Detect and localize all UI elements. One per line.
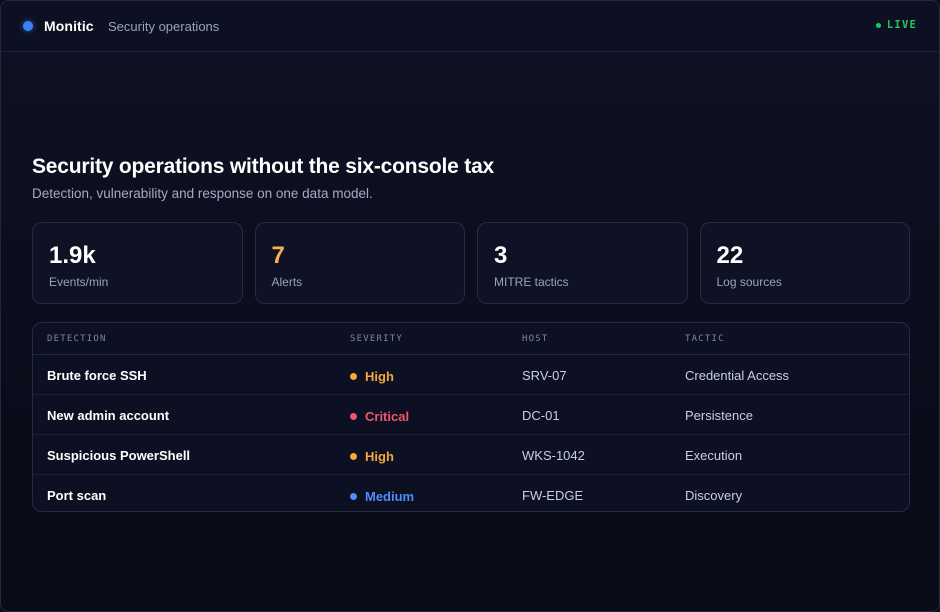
stat-label: MITRE tactics (494, 275, 569, 289)
host-name: DC-01 (522, 408, 560, 423)
severity-dot-icon (350, 373, 357, 380)
table-row[interactable]: Brute force SSH High SRV-07 Credential A… (33, 355, 909, 395)
column-header-detection: DETECTION (47, 334, 107, 344)
top-bar: Monitic Security operations LIVE (1, 1, 939, 52)
detections-table: DETECTION SEVERITY HOST TACTIC Brute for… (32, 322, 910, 512)
tactic-name: Execution (685, 448, 743, 463)
severity-dot-icon (350, 493, 357, 500)
table-row[interactable]: Suspicious PowerShell High WKS-1042 Exec… (33, 435, 909, 475)
severity-dot-icon (350, 413, 357, 420)
column-header-severity: SEVERITY (350, 334, 403, 344)
stat-label: Events/min (49, 275, 109, 289)
host-name: WKS-1042 (522, 448, 585, 463)
stat-value: 1.9k (49, 242, 96, 269)
severity-label: Medium (365, 489, 415, 504)
stat-label: Alerts (271, 275, 303, 289)
tactic-name: Discovery (685, 488, 743, 503)
live-status-label: LIVE (886, 19, 917, 31)
stat-card-log-sources: 22 Log sources (699, 222, 910, 304)
stat-card-events: 1.9k Events/min (32, 222, 243, 304)
stat-value: 3 (494, 242, 508, 269)
host-name: SRV-07 (522, 368, 567, 383)
tactic-name: Credential Access (685, 368, 790, 383)
stat-value: 7 (271, 242, 285, 269)
stat-value: 22 (716, 242, 744, 269)
severity-badge: High (350, 369, 394, 384)
detection-name: New admin account (47, 408, 170, 423)
stats-row: 1.9k Events/min 7 Alerts 3 MITRE tactics… (32, 222, 910, 304)
column-header-tactic: TACTIC (685, 334, 725, 344)
severity-label: Critical (365, 409, 410, 424)
app-window: Monitic Security operations LIVE Securit… (0, 0, 940, 612)
severity-badge: High (350, 449, 394, 464)
table-row[interactable]: Port scan Medium FW-EDGE Discovery (33, 475, 909, 511)
stat-card-alerts: 7 Alerts (254, 222, 465, 304)
detection-name: Suspicious PowerShell (47, 448, 191, 463)
severity-badge: Medium (350, 489, 414, 504)
live-status-badge: LIVE (875, 19, 917, 31)
severity-label: High (365, 369, 394, 384)
section-title: Security operations (108, 19, 220, 34)
page-subtitle: Detection, vulnerability and response on… (32, 186, 373, 201)
severity-dot-icon (350, 453, 357, 460)
stat-label: Log sources (716, 275, 782, 289)
column-header-host: HOST (522, 334, 549, 344)
detection-name: Brute force SSH (47, 368, 147, 383)
detection-name: Port scan (47, 488, 107, 503)
stat-card-mitre-tactics: 3 MITRE tactics (477, 222, 688, 304)
severity-badge: Critical (350, 409, 409, 424)
table-header: DETECTION SEVERITY HOST TACTIC (33, 323, 909, 355)
severity-label: High (365, 449, 394, 464)
live-dot-icon (875, 22, 881, 28)
host-name: FW-EDGE (522, 488, 584, 503)
table-row[interactable]: New admin account Critical DC-01 Persist… (33, 395, 909, 435)
brand-logo-icon (23, 21, 33, 31)
page-title: Security operations without the six-cons… (32, 155, 495, 178)
brand-name[interactable]: Monitic (44, 18, 94, 34)
tactic-name: Persistence (685, 408, 753, 423)
